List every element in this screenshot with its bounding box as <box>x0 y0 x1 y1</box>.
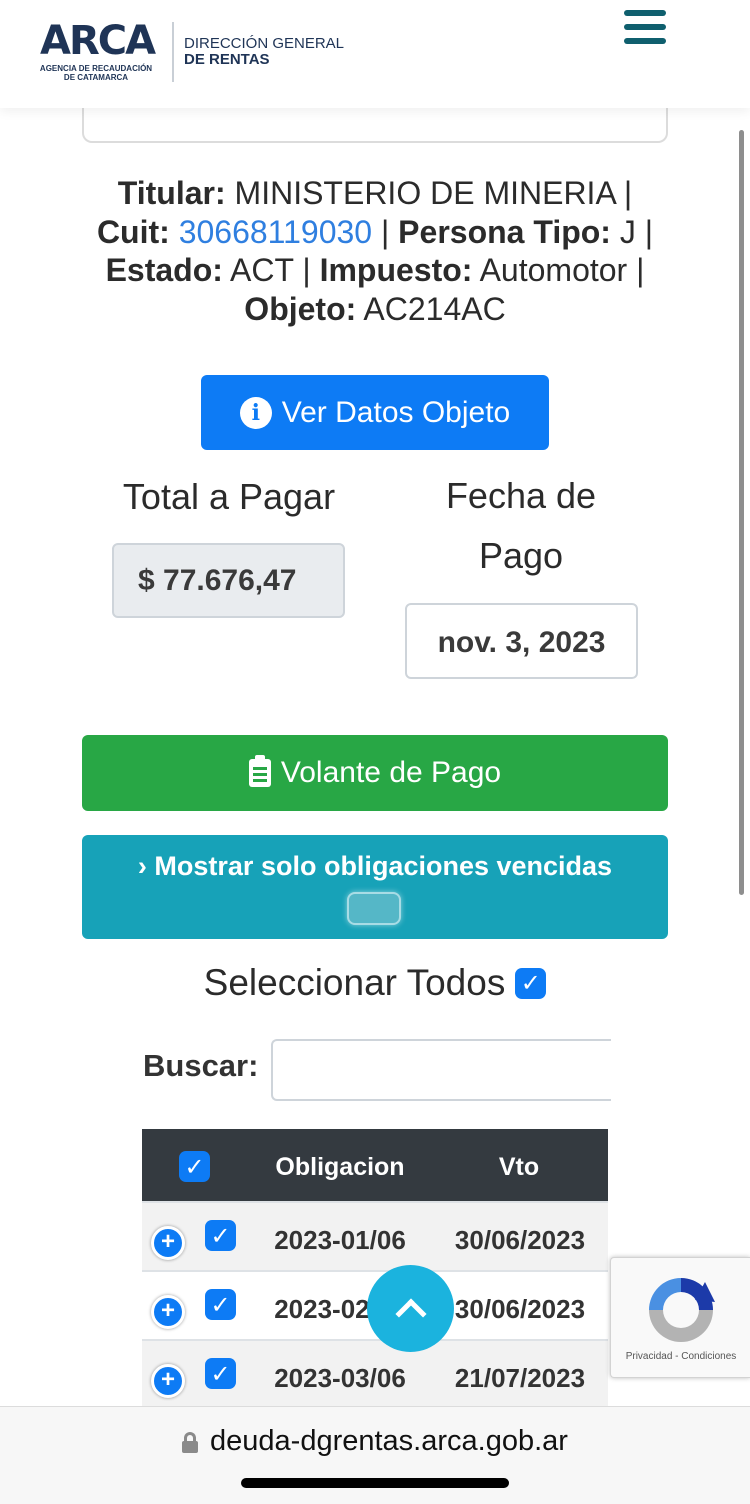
vencidas-switch[interactable] <box>347 892 401 925</box>
persona-label: Persona Tipo: <box>398 213 611 250</box>
obligacion-cell: 2023-01/06 <box>274 1225 406 1255</box>
table-header: ✓ Obligacion Vto <box>142 1129 608 1201</box>
persona-value: J <box>619 213 636 250</box>
recaptcha-icon <box>649 1278 715 1342</box>
logo-subtitle: AGENCIA DE RECAUDACIÓN DE CATAMARCA <box>39 64 153 82</box>
chevron-right-icon: › <box>137 851 155 881</box>
select-all-checkbox[interactable]: ✓ <box>515 967 547 999</box>
select-all-label: Seleccionar Todos <box>203 962 506 1003</box>
recaptcha-links[interactable]: Privacidad - Condiciones <box>611 1351 750 1362</box>
clipboard-icon <box>248 755 271 787</box>
impuesto-label: Impuesto: <box>319 252 473 288</box>
expand-plus-icon[interactable]: + <box>151 1364 185 1398</box>
ver-datos-label: Ver Datos Objeto <box>281 395 511 429</box>
org-line2: DE RENTAS <box>184 51 270 68</box>
obligacion-cell: 2023-03/06 <box>274 1363 406 1393</box>
expand-plus-icon[interactable]: + <box>151 1295 185 1329</box>
fecha-label: Fecha de Pago <box>445 475 597 576</box>
table-row[interactable]: + ✓ 2023-01/06 30/06/2023 <box>142 1201 608 1270</box>
recaptcha-badge[interactable]: Privacidad - Condiciones <box>610 1257 750 1378</box>
site-header: ARCA AGENCIA DE RECAUDACIÓN DE CATAMARCA… <box>0 0 750 108</box>
separator: | <box>636 252 645 288</box>
lock-icon <box>182 1431 199 1453</box>
vto-cell: 30/06/2023 <box>454 1225 586 1255</box>
separator: | <box>644 213 654 250</box>
separator: | <box>380 213 390 250</box>
objeto-label: Objeto: <box>244 290 357 327</box>
select-all-row: Seleccionar Todos ✓ <box>80 962 670 1004</box>
volante-label: Volante de Pago <box>280 756 502 789</box>
separator: | <box>302 252 311 288</box>
url-text[interactable]: deuda-dgrentas.arca.gob.ar <box>210 1425 568 1458</box>
scroll-to-top-button[interactable] <box>367 1265 454 1352</box>
fecha-value: nov. 3, 2023 <box>437 626 606 659</box>
browser-address-bar[interactable]: deuda-dgrentas.arca.gob.ar <box>0 1406 750 1504</box>
objeto-value: AC214AC <box>363 290 506 327</box>
cuit-label: Cuit: <box>96 213 170 250</box>
total-field: $ 77.676,47 <box>112 543 345 618</box>
page-scrollbar[interactable] <box>739 130 744 895</box>
vto-cell: 30/06/2023 <box>454 1294 586 1324</box>
expand-plus-icon[interactable]: + <box>151 1226 185 1260</box>
row-checkbox[interactable]: ✓ <box>205 1358 236 1389</box>
mostrar-vencidas-label: Mostrar solo obligaciones vencidas <box>154 851 613 881</box>
estado-label: Estado: <box>105 252 223 288</box>
logo-word: ARCA <box>40 18 156 64</box>
row-checkbox[interactable]: ✓ <box>205 1220 236 1251</box>
search-input[interactable] <box>271 1039 611 1101</box>
logo-divider <box>172 22 174 82</box>
volante-de-pago-button[interactable]: Volante de Pago <box>82 735 668 811</box>
home-indicator[interactable] <box>241 1478 509 1488</box>
cuit-link[interactable]: 30668119030 <box>179 214 372 250</box>
column-header-vto[interactable]: Vto <box>442 1153 596 1182</box>
total-label: Total a Pagar <box>122 476 336 517</box>
table-row[interactable]: + ✓ 2023-03/06 21/07/2023 <box>142 1339 608 1408</box>
ver-datos-objeto-button[interactable]: i Ver Datos Objeto <box>201 375 549 450</box>
header-checkbox[interactable]: ✓ <box>179 1151 210 1182</box>
org-line1: DIRECCIÓN GENERAL <box>184 35 345 52</box>
row-checkbox[interactable]: ✓ <box>205 1289 236 1320</box>
info-circle-icon: i <box>239 396 272 429</box>
search-label: Buscar: <box>143 1048 259 1083</box>
vto-cell: 21/07/2023 <box>454 1363 586 1393</box>
arca-logo[interactable]: ARCA AGENCIA DE RECAUDACIÓN DE CATAMARCA <box>34 18 164 84</box>
mostrar-vencidas-toggle-button[interactable]: › Mostrar solo obligaciones vencidas <box>82 835 668 939</box>
impuesto-value: Automotor <box>479 252 628 288</box>
obligations-table: ✓ Obligacion Vto + ✓ 2023-01/06 30/06/20… <box>142 1129 608 1408</box>
taxpayer-info: Titular: MINISTERIO DE MINERIA | Cuit: 3… <box>80 174 670 328</box>
org-name: DIRECCIÓN GENERAL DE RENTAS <box>184 36 344 68</box>
titular-value: MINISTERIO DE MINERIA <box>234 175 616 211</box>
titular-label: Titular: <box>117 175 226 211</box>
hamburger-menu-icon[interactable] <box>622 6 668 50</box>
column-header-obligacion[interactable]: Obligacion <box>242 1153 438 1182</box>
separator: | <box>623 175 633 211</box>
chevron-up-icon <box>394 1297 427 1330</box>
estado-value: ACT <box>230 252 294 288</box>
